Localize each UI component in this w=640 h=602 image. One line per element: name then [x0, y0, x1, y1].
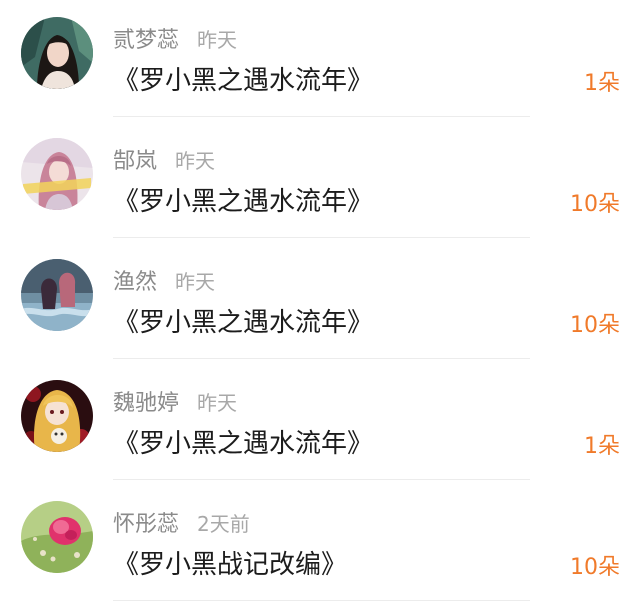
pink-hair-girl-avatar-icon	[21, 138, 93, 210]
sender-name[interactable]: 渔然	[113, 264, 157, 296]
avatar[interactable]	[21, 259, 93, 331]
timestamp: 昨天	[175, 149, 216, 173]
sender-name[interactable]: 怀彤蕊	[113, 506, 179, 538]
flower-count: 10朵	[570, 555, 620, 580]
flower-count: 10朵	[570, 313, 620, 338]
gift-record-list: 贰梦蕊 昨天 《罗小黑之遇水流年》 1朵 郜岚 昨天 《罗小黑之遇水流年》 10…	[0, 0, 640, 602]
sender-name[interactable]: 贰梦蕊	[113, 22, 179, 54]
list-item[interactable]: 渔然 昨天 《罗小黑之遇水流年》 10朵	[0, 242, 640, 363]
work-title[interactable]: 《罗小黑之遇水流年》	[113, 423, 373, 460]
timestamp: 昨天	[175, 270, 216, 294]
flower-count: 1朵	[584, 71, 620, 96]
timestamp: 2天前	[197, 512, 250, 536]
flower-count: 1朵	[584, 434, 620, 459]
woman-portrait-avatar-icon	[21, 17, 93, 89]
pink-cactus-flower-avatar-icon	[21, 501, 93, 573]
divider	[113, 116, 530, 117]
divider	[113, 358, 530, 359]
avatar[interactable]	[21, 380, 93, 452]
sender-name[interactable]: 魏驰婷	[113, 385, 179, 417]
sender-name[interactable]: 郜岚	[113, 143, 157, 175]
divider	[113, 237, 530, 238]
work-title[interactable]: 《罗小黑之遇水流年》	[113, 181, 373, 218]
two-anime-girls-water-avatar-icon	[21, 259, 93, 331]
list-item[interactable]: 魏驰婷 昨天 《罗小黑之遇水流年》 1朵	[0, 363, 640, 484]
timestamp: 昨天	[197, 391, 238, 415]
work-title[interactable]: 《罗小黑之遇水流年》	[113, 60, 373, 97]
work-title[interactable]: 《罗小黑之遇水流年》	[113, 302, 373, 339]
divider	[113, 600, 530, 601]
avatar[interactable]	[21, 138, 93, 210]
avatar[interactable]	[21, 17, 93, 89]
list-item[interactable]: 怀彤蕊 2天前 《罗小黑战记改编》 10朵	[0, 484, 640, 602]
avatar[interactable]	[21, 501, 93, 573]
blonde-anime-girl-avatar-icon	[21, 380, 93, 452]
work-title[interactable]: 《罗小黑战记改编》	[113, 544, 347, 581]
list-item[interactable]: 郜岚 昨天 《罗小黑之遇水流年》 10朵	[0, 121, 640, 242]
timestamp: 昨天	[197, 28, 238, 52]
flower-count: 10朵	[570, 192, 620, 217]
divider	[113, 479, 530, 480]
list-item[interactable]: 贰梦蕊 昨天 《罗小黑之遇水流年》 1朵	[0, 0, 640, 121]
